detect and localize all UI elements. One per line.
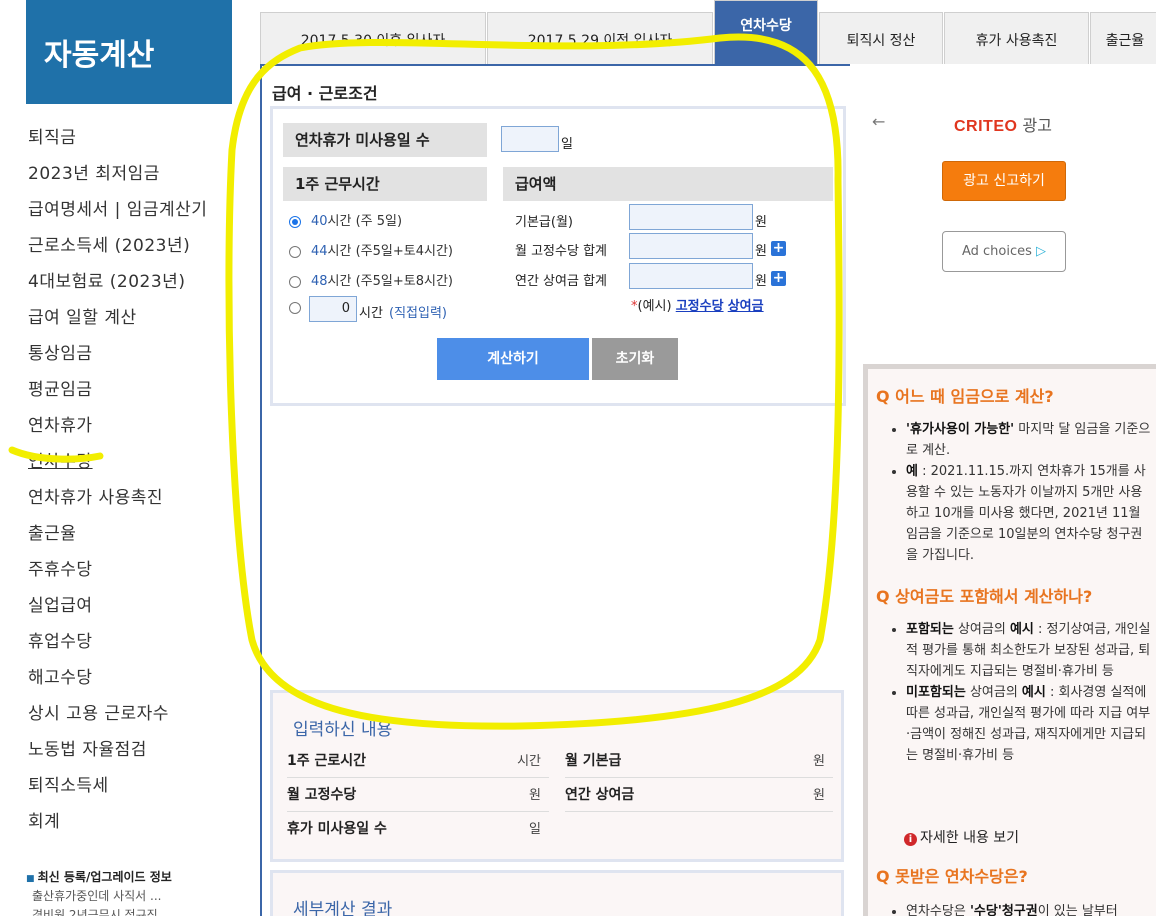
- list-item: 포함되는 상여금의 예시 : 정기상여금, 개인실적 평가를 통해 최소한도가 …: [906, 619, 1152, 682]
- sidebar-item-insurance[interactable]: 4대보험료 (2023년): [28, 264, 207, 300]
- tab-leave-allowance[interactable]: 연차수당: [714, 0, 818, 64]
- bonus-link[interactable]: 상여금: [728, 299, 764, 314]
- radio[interactable]: [289, 245, 301, 258]
- tab-before-2017-5-29[interactable]: 2017.5.29 이전 입사자: [487, 12, 713, 64]
- list-item: 미포함되는 상여금의 예시 : 회사경영 실적에 따른 성과급, 개인실적 평가…: [906, 682, 1152, 766]
- sidebar-item-self-check[interactable]: 노동법 자율점검: [28, 732, 207, 768]
- ad-header: CRITEO 광고: [954, 112, 1052, 136]
- tab-leave-promotion[interactable]: 휴가 사용촉진: [944, 12, 1089, 64]
- sidebar-item-attendance[interactable]: 출근율: [28, 516, 207, 552]
- sidebar-item-dismissal[interactable]: 해고수당: [28, 660, 207, 696]
- fixed-allowance-label: 월 고정수당 합계: [515, 244, 607, 259]
- sidebar-item-leave-promotion[interactable]: 연차휴가 사용촉진: [28, 480, 207, 516]
- summary-annual-bonus: 연간 상여금 원: [565, 779, 833, 812]
- detail-result-box: 세부계산 결과: [270, 870, 844, 916]
- faq-panel: Q 어느 때 임금으로 계산? '휴가사용이 가능한' 마지막 달 임금을 기준…: [863, 364, 1156, 916]
- list-item: 연차수당은 '수당'청구권이 있는 날부터: [906, 901, 1152, 916]
- fixed-allowance-unit: 원: [755, 244, 767, 259]
- faq-answer-2: 포함되는 상여금의 예시 : 정기상여금, 개인실적 평가를 통해 최소한도가 …: [890, 619, 1152, 766]
- summary-weekly-hours: 1주 근로시간 시간: [287, 745, 549, 778]
- faq-question-2: Q 상여금도 포함해서 계산하나?: [876, 587, 1093, 606]
- summary-box: 입력하신 내용 1주 근로시간 시간 월 기본급 원 월 고정수당 원 연간 상여금 원…: [270, 690, 844, 862]
- base-pay-unit: 원: [755, 215, 767, 230]
- sidebar-item-retirement-tax[interactable]: 퇴직소득세: [28, 768, 207, 804]
- summary-unused-days: 휴가 미사용일 수일: [287, 821, 541, 837]
- tab-attendance[interactable]: 출근율: [1090, 12, 1156, 64]
- unused-leave-input[interactable]: [501, 126, 559, 152]
- sidebar-item-shutdown[interactable]: 휴업수당: [28, 624, 207, 660]
- detail-title: 세부계산 결과: [293, 900, 393, 916]
- radio-selected[interactable]: [289, 215, 301, 228]
- faq-answer-3: 연차수당은 '수당'청구권이 있는 날부터: [890, 901, 1152, 916]
- unused-leave-unit: 일: [561, 137, 573, 152]
- calculator-panel: 급여 · 근로조건 연차휴가 미사용일 수 일 1주 근무시간 급여액 40시간…: [260, 64, 850, 916]
- sidebar-item-employee-count[interactable]: 상시 고용 근로자수: [28, 696, 207, 732]
- list-item: '휴가사용이 가능한' 마지막 달 임금을 기준으로 계산.: [906, 419, 1152, 461]
- hours-option-48[interactable]: 48시간 (주5일+토8시간): [289, 270, 453, 289]
- news-section: 최신 등록/업그레이드 정보 출산휴가중인데 사직서 ... 경비원 2년근무시…: [26, 868, 172, 916]
- pay-label: 급여액: [503, 167, 833, 201]
- weekly-hours-label: 1주 근무시간: [283, 167, 487, 201]
- unused-leave-label: 연차휴가 미사용일 수: [283, 123, 487, 157]
- sidebar: 자동계산 퇴직금 2023년 최저임금 급여명세서 | 임금계산기 근로소득세 …: [0, 0, 250, 916]
- radio[interactable]: [289, 301, 301, 314]
- site-logo[interactable]: 자동계산: [26, 0, 232, 104]
- summary-title: 입력하신 내용: [293, 720, 393, 740]
- sidebar-item-weekly-holiday[interactable]: 주휴수당: [28, 552, 207, 588]
- custom-hours-note: (직접입력): [389, 306, 447, 321]
- hours-option-40[interactable]: 40시간 (주 5일): [289, 210, 402, 229]
- radio[interactable]: [289, 275, 301, 288]
- sidebar-item-annual-leave[interactable]: 연차휴가: [28, 408, 207, 444]
- sidebar-nav: 퇴직금 2023년 최저임금 급여명세서 | 임금계산기 근로소득세 (2023…: [28, 120, 207, 840]
- custom-hours-input[interactable]: 0: [309, 296, 357, 322]
- plus-icon[interactable]: +: [771, 271, 786, 286]
- summary-fixed-allowance: 월 고정수당 원: [287, 779, 549, 812]
- sidebar-item-income-tax[interactable]: 근로소득세 (2023년): [28, 228, 207, 264]
- sidebar-item-minimum-wage[interactable]: 2023년 최저임금: [28, 156, 207, 192]
- calculate-button[interactable]: 계산하기: [437, 338, 589, 380]
- tab-after-2017-5-30[interactable]: 2017.5.30 이후 입사자: [260, 12, 486, 64]
- faq-answer-1: '휴가사용이 가능한' 마지막 달 임금을 기준으로 계산. 예 : 2021.…: [890, 419, 1152, 566]
- fixed-allowance-input[interactable]: [629, 233, 753, 259]
- example-links: *(예시) 고정수당 상여금: [631, 299, 764, 314]
- plus-icon[interactable]: +: [771, 241, 786, 256]
- custom-hours-unit: 시간: [359, 306, 383, 321]
- list-item: 예 : 2021.11.15.까지 연차휴가 15개를 사용할 수 있는 노동자…: [906, 461, 1152, 566]
- page: 자동계산 퇴직금 2023년 최저임금 급여명세서 | 임금계산기 근로소득세 …: [0, 0, 1156, 916]
- ad-choices-button[interactable]: Ad choices ▷: [942, 231, 1066, 272]
- sidebar-item-ordinary-wage[interactable]: 통상임금: [28, 336, 207, 372]
- annual-bonus-input[interactable]: [629, 263, 753, 289]
- summary-base-pay: 월 기본급 원: [565, 745, 833, 778]
- section-title: 급여 · 근로조건: [272, 84, 378, 103]
- input-form: 연차휴가 미사용일 수 일 1주 근무시간 급여액 40시간 (주 5일) 44…: [270, 106, 846, 406]
- faq-question-3: Q 못받은 연차수당은?: [876, 867, 1028, 886]
- news-title: 최신 등록/업그레이드 정보: [26, 868, 172, 885]
- hours-option-44[interactable]: 44시간 (주5일+토4시간): [289, 240, 453, 259]
- news-item[interactable]: 경비원 2년근무시 정규직...: [26, 906, 172, 916]
- tab-retirement-settlement[interactable]: 퇴직시 정산: [819, 12, 943, 64]
- annual-bonus-label: 연간 상여금 합계: [515, 274, 607, 289]
- reset-button[interactable]: 초기화: [592, 338, 678, 380]
- sidebar-item-daily-pay[interactable]: 급여 일할 계산: [28, 300, 207, 336]
- sidebar-item-accounting[interactable]: 회계: [28, 804, 207, 840]
- sidebar-item-average-wage[interactable]: 평균임금: [28, 372, 207, 408]
- more-info-link[interactable]: i 자세한 내용 보기: [904, 827, 1019, 847]
- faq-question-1: Q 어느 때 임금으로 계산?: [876, 387, 1054, 406]
- back-arrow-icon[interactable]: ←: [872, 112, 885, 131]
- ad-choices-icon: ▷: [1036, 244, 1047, 259]
- hours-option-custom[interactable]: [289, 300, 311, 315]
- base-pay-label: 기본급(월): [515, 215, 573, 230]
- info-icon: i: [904, 833, 917, 846]
- sidebar-item-severance[interactable]: 퇴직금: [28, 120, 207, 156]
- base-pay-input[interactable]: [629, 204, 753, 230]
- criteo-logo: CRITEO: [954, 118, 1018, 135]
- fixed-allowance-link[interactable]: 고정수당: [676, 299, 724, 314]
- sidebar-item-leave-allowance[interactable]: 연차수당: [28, 444, 207, 480]
- ad-label: 광고: [1022, 116, 1052, 135]
- sidebar-item-unemployment[interactable]: 실업급여: [28, 588, 207, 624]
- annual-bonus-unit: 원: [755, 274, 767, 289]
- sidebar-item-payslip[interactable]: 급여명세서 | 임금계산기: [28, 192, 207, 228]
- report-ad-button[interactable]: 광고 신고하기: [942, 161, 1066, 201]
- news-item[interactable]: 출산휴가중인데 사직서 ...: [26, 887, 172, 904]
